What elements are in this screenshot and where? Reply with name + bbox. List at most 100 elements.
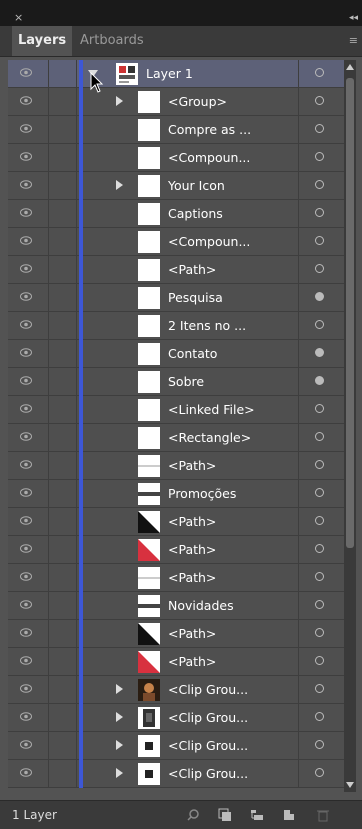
target-column[interactable] — [298, 452, 344, 479]
target-column[interactable] — [298, 508, 344, 535]
visibility-toggle[interactable] — [8, 592, 49, 619]
expand-arrow-icon[interactable] — [116, 712, 123, 722]
visibility-toggle[interactable] — [8, 144, 49, 171]
lock-toggle[interactable] — [48, 760, 77, 787]
target-circle-icon[interactable] — [315, 320, 324, 329]
target-column[interactable] — [298, 88, 344, 115]
target-circle-icon[interactable] — [315, 740, 324, 749]
visibility-toggle[interactable] — [8, 200, 49, 227]
layer-name[interactable]: Sobre — [168, 368, 204, 395]
close-icon[interactable]: × — [14, 12, 23, 23]
scrollbar[interactable] — [344, 60, 356, 792]
lock-toggle[interactable] — [48, 452, 77, 479]
target-column[interactable] — [298, 704, 344, 731]
visibility-toggle[interactable] — [8, 312, 49, 339]
target-column[interactable] — [298, 284, 344, 311]
visibility-toggle[interactable] — [8, 508, 49, 535]
layer-name[interactable]: <Path> — [168, 508, 216, 535]
layer-name[interactable]: Captions — [168, 200, 223, 227]
target-column[interactable] — [298, 396, 344, 423]
target-column[interactable] — [298, 536, 344, 563]
layer-row[interactable]: <Clip Grou... — [8, 732, 344, 760]
new-layer-icon[interactable] — [282, 808, 296, 822]
target-circle-icon[interactable] — [315, 68, 324, 77]
lock-toggle[interactable] — [48, 256, 77, 283]
visibility-toggle[interactable] — [8, 172, 49, 199]
layer-name[interactable]: <Clip Grou... — [168, 676, 248, 703]
layer-row[interactable]: Compre as ... — [8, 116, 344, 144]
layer-row[interactable]: Captions — [8, 200, 344, 228]
visibility-toggle[interactable] — [8, 704, 49, 731]
visibility-toggle[interactable] — [8, 284, 49, 311]
target-column[interactable] — [298, 760, 344, 787]
scroll-up-arrow-icon[interactable] — [346, 64, 354, 70]
layer-row[interactable]: <Clip Grou... — [8, 704, 344, 732]
target-circle-icon[interactable] — [315, 208, 324, 217]
layer-name[interactable]: <Clip Grou... — [168, 704, 248, 731]
visibility-toggle[interactable] — [8, 480, 49, 507]
target-column[interactable] — [298, 116, 344, 143]
layer-row[interactable]: <Path> — [8, 508, 344, 536]
visibility-toggle[interactable] — [8, 760, 49, 787]
visibility-toggle[interactable] — [8, 60, 49, 87]
visibility-toggle[interactable] — [8, 88, 49, 115]
target-circle-icon[interactable] — [315, 712, 324, 721]
layer-row[interactable]: <Path> — [8, 452, 344, 480]
target-column[interactable] — [298, 424, 344, 451]
layer-row[interactable]: <Group> — [8, 88, 344, 116]
target-circle-icon[interactable] — [315, 656, 324, 665]
lock-toggle[interactable] — [48, 200, 77, 227]
target-circle-icon[interactable] — [315, 180, 324, 189]
lock-toggle[interactable] — [48, 620, 77, 647]
target-circle-icon[interactable] — [315, 152, 324, 161]
visibility-toggle[interactable] — [8, 452, 49, 479]
lock-toggle[interactable] — [48, 676, 77, 703]
visibility-toggle[interactable] — [8, 368, 49, 395]
layer-row[interactable]: Pesquisa — [8, 284, 344, 312]
layer-name[interactable]: <Compoun... — [168, 144, 250, 171]
visibility-toggle[interactable] — [8, 256, 49, 283]
target-column[interactable] — [298, 648, 344, 675]
layer-row[interactable]: Novidades — [8, 592, 344, 620]
target-column[interactable] — [298, 676, 344, 703]
scroll-down-arrow-icon[interactable] — [346, 782, 354, 788]
visibility-toggle[interactable] — [8, 228, 49, 255]
layer-row[interactable]: Your Icon — [8, 172, 344, 200]
expand-arrow-icon[interactable] — [116, 180, 123, 190]
layer-row[interactable]: <Clip Grou... — [8, 676, 344, 704]
expand-arrow-icon[interactable] — [116, 768, 123, 778]
layer-row[interactable]: <Compoun... — [8, 144, 344, 172]
layer-name[interactable]: <Path> — [168, 256, 216, 283]
layer-name[interactable]: Pesquisa — [168, 284, 223, 311]
layer-name[interactable]: <Path> — [168, 536, 216, 563]
make-clipping-mask-icon[interactable] — [218, 808, 232, 822]
lock-toggle[interactable] — [48, 340, 77, 367]
expand-arrow-icon[interactable] — [116, 684, 123, 694]
visibility-toggle[interactable] — [8, 536, 49, 563]
target-selected-icon[interactable] — [315, 292, 324, 301]
layer-name[interactable]: <Clip Grou... — [168, 732, 248, 759]
lock-toggle[interactable] — [48, 312, 77, 339]
target-column[interactable] — [298, 200, 344, 227]
visibility-toggle[interactable] — [8, 676, 49, 703]
target-circle-icon[interactable] — [315, 264, 324, 273]
target-column[interactable] — [298, 564, 344, 591]
layer-row[interactable]: <Path> — [8, 536, 344, 564]
layer-name[interactable]: 2 Itens no ... — [168, 312, 246, 339]
target-column[interactable] — [298, 60, 344, 87]
target-column[interactable] — [298, 732, 344, 759]
target-circle-icon[interactable] — [315, 404, 324, 413]
layer-name[interactable]: <Compoun... — [168, 228, 250, 255]
target-column[interactable] — [298, 368, 344, 395]
lock-toggle[interactable] — [48, 284, 77, 311]
target-circle-icon[interactable] — [315, 516, 324, 525]
layer-row[interactable]: <Rectangle> — [8, 424, 344, 452]
visibility-toggle[interactable] — [8, 340, 49, 367]
layer-row[interactable]: <Path> — [8, 256, 344, 284]
layer-row[interactable]: <Clip Grou... — [8, 760, 344, 788]
layer-name[interactable]: Layer 1 — [146, 60, 193, 87]
target-circle-icon[interactable] — [315, 768, 324, 777]
tab-layers[interactable]: Layers — [12, 26, 73, 56]
layer-row[interactable]: <Path> — [8, 564, 344, 592]
lock-toggle[interactable] — [48, 480, 77, 507]
